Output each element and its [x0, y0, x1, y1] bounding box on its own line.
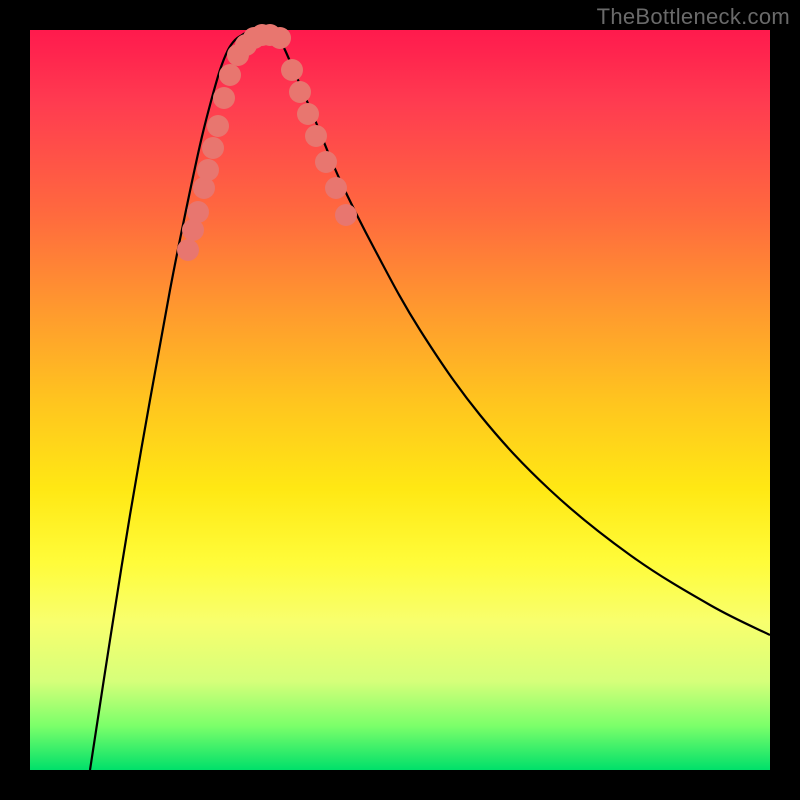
- data-point: [335, 204, 357, 226]
- data-point: [219, 64, 241, 86]
- data-point: [281, 59, 303, 81]
- curve-right: [275, 30, 770, 635]
- data-point: [213, 87, 235, 109]
- data-point: [289, 81, 311, 103]
- scatter-left: [177, 24, 291, 261]
- data-point: [207, 115, 229, 137]
- data-point: [177, 239, 199, 261]
- chart-frame: TheBottleneck.com: [0, 0, 800, 800]
- data-point: [305, 125, 327, 147]
- chart-overlay: [30, 30, 770, 770]
- data-point: [297, 103, 319, 125]
- data-point: [202, 137, 224, 159]
- data-point: [269, 27, 291, 49]
- data-point: [315, 151, 337, 173]
- data-point: [187, 201, 209, 223]
- data-point: [197, 159, 219, 181]
- curve-left: [90, 30, 250, 770]
- watermark-text: TheBottleneck.com: [597, 4, 790, 30]
- scatter-right: [281, 59, 357, 226]
- data-point: [325, 177, 347, 199]
